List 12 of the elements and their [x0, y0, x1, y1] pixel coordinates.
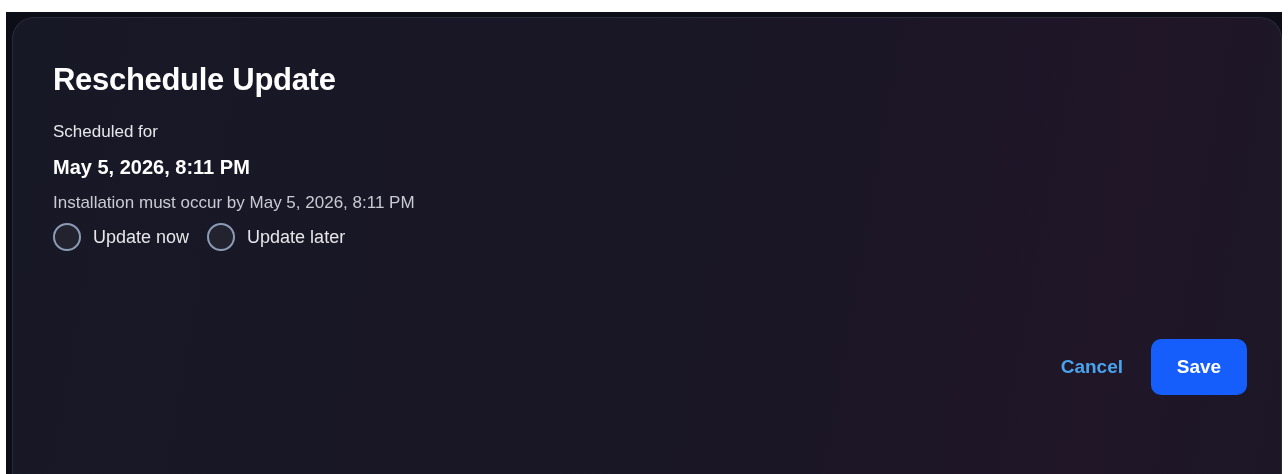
save-button[interactable]: Save: [1151, 339, 1247, 395]
radio-label: Update now: [93, 226, 190, 248]
scheduled-label: Scheduled for: [53, 122, 159, 142]
scheduled-time: May 5, 2026, 8:11 PM: [53, 156, 251, 179]
radio-label: Update later: [247, 226, 346, 248]
deadline-note: Installation must occur by May 5, 2026, 8:11 PM: [53, 193, 416, 213]
cancel-button[interactable]: Cancel: [1058, 352, 1125, 382]
radio-option[interactable]: Update later: [207, 223, 346, 251]
radio-option[interactable]: Update now: [53, 223, 190, 251]
dialog-title: Reschedule Update: [53, 62, 337, 98]
radio-icon[interactable]: [53, 223, 81, 251]
radio-icon[interactable]: [207, 223, 236, 251]
